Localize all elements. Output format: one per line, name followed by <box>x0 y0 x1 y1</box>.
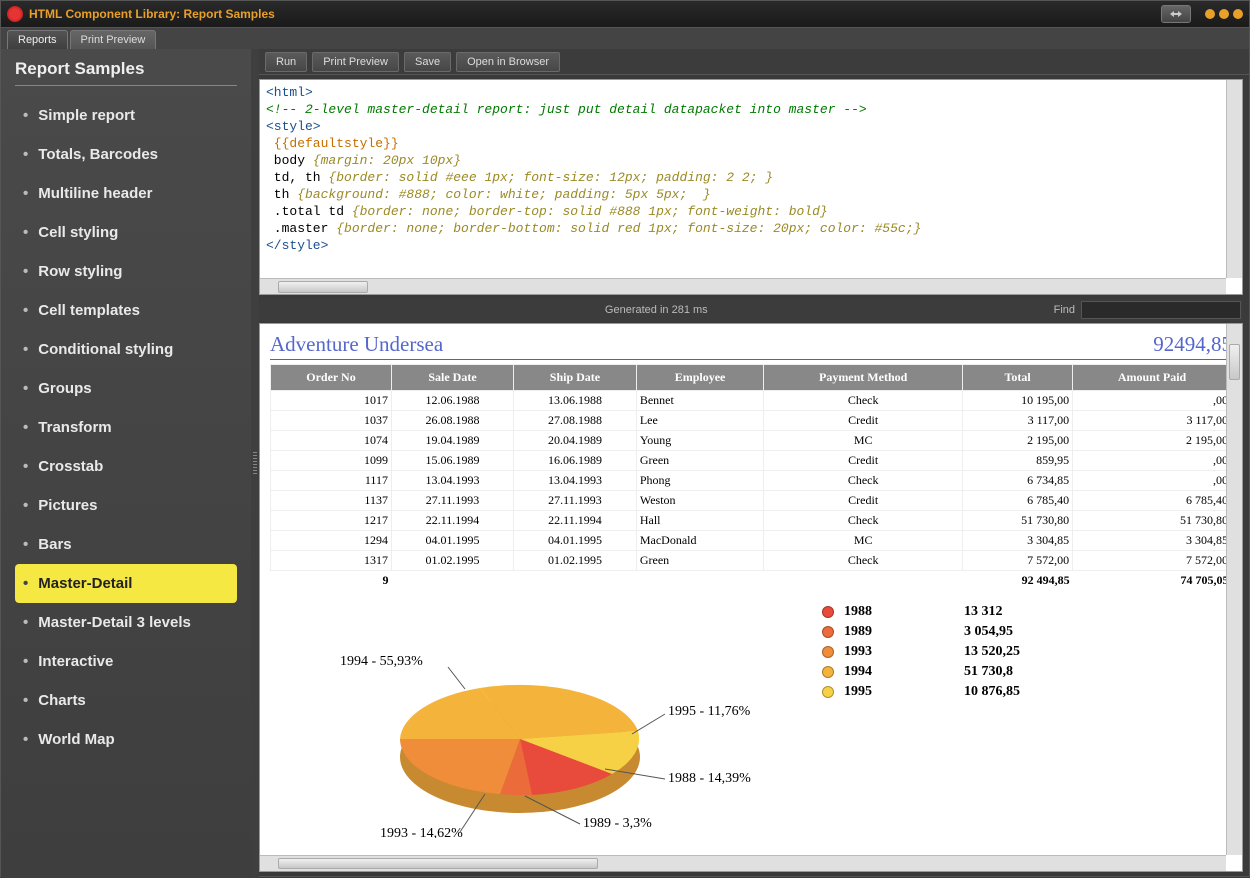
status-bar: Generated in 281 ms Find <box>259 299 1243 321</box>
main-tabs: Reports Print Preview <box>1 27 1249 49</box>
sidebar-item-multiline-header[interactable]: Multiline header <box>15 174 237 213</box>
col-total: Total <box>963 365 1073 391</box>
legend-item: 198813 312 <box>822 604 1232 620</box>
sidebar-item-master-detail-3-levels[interactable]: Master-Detail 3 levels <box>15 603 237 642</box>
editor-vertical-scrollbar[interactable] <box>1226 80 1242 278</box>
editor-horizontal-scrollbar[interactable] <box>260 278 1226 294</box>
table-row: 131701.02.199501.02.1995GreenCheck7 572,… <box>271 551 1232 571</box>
find-label: Find <box>1054 304 1075 316</box>
sidebar-item-totals-barcodes[interactable]: Totals, Barcodes <box>15 135 237 174</box>
legend-value: 13 520,25 <box>964 644 1020 660</box>
legend-item: 19893 054,95 <box>822 624 1232 640</box>
sidebar-item-simple-report[interactable]: Simple report <box>15 96 237 135</box>
find-input[interactable] <box>1081 301 1241 319</box>
tab-print-preview[interactable]: Print Preview <box>70 30 157 49</box>
sidebar-item-pictures[interactable]: Pictures <box>15 486 237 525</box>
legend-year: 1993 <box>844 644 964 660</box>
pie-label-1988: 1988 - 14,39% <box>668 771 751 787</box>
table-row: 111713.04.199313.04.1993PhongCheck6 734,… <box>271 471 1232 491</box>
table-row: 103726.08.198827.08.1988LeeCredit3 117,0… <box>271 411 1232 431</box>
pie-label-1994: 1994 - 55,93% <box>340 654 423 670</box>
col-employee: Employee <box>636 365 763 391</box>
sidebar-title: Report Samples <box>15 59 237 86</box>
table-row: 101712.06.198813.06.1988BennetCheck10 19… <box>271 391 1232 411</box>
preview-horizontal-scrollbar[interactable] <box>260 855 1226 871</box>
col-amount-paid: Amount Paid <box>1073 365 1232 391</box>
app-icon <box>7 6 23 22</box>
table-row: 107419.04.198920.04.1989YoungMC2 195,002… <box>271 431 1232 451</box>
pie-label-1989: 1989 - 3,3% <box>583 816 652 832</box>
code-editor[interactable]: <html> <!-- 2-level master-detail report… <box>259 79 1243 295</box>
toggle-button[interactable] <box>1161 5 1191 23</box>
sidebar-item-charts[interactable]: Charts <box>15 681 237 720</box>
legend-value: 3 054,95 <box>964 624 1013 640</box>
legend-color-dot <box>822 606 834 618</box>
sidebar: Report Samples Simple reportTotals, Barc… <box>1 49 251 878</box>
legend-color-dot <box>822 666 834 678</box>
close-icon[interactable] <box>1233 9 1243 19</box>
master-name: Adventure Undersea <box>270 332 1153 357</box>
legend-value: 13 312 <box>964 604 1003 620</box>
detail-table: Order NoSale DateShip DateEmployeePaymen… <box>270 364 1232 590</box>
sidebar-item-crosstab[interactable]: Crosstab <box>15 447 237 486</box>
sidebar-item-row-styling[interactable]: Row styling <box>15 252 237 291</box>
table-row: 109915.06.198916.06.1989GreenCredit859,9… <box>271 451 1232 471</box>
title-bar: HTML Component Library: Report Samples <box>1 1 1249 27</box>
preview-vertical-scrollbar[interactable] <box>1226 324 1242 855</box>
sidebar-item-interactive[interactable]: Interactive <box>15 642 237 681</box>
pie-chart <box>270 604 770 844</box>
legend-item: 199451 730,8 <box>822 664 1232 680</box>
legend-item: 199510 876,85 <box>822 684 1232 700</box>
sidebar-item-transform[interactable]: Transform <box>15 408 237 447</box>
sidebar-item-groups[interactable]: Groups <box>15 369 237 408</box>
legend-item: 199313 520,25 <box>822 644 1232 660</box>
pie-label-1995: 1995 - 11,76% <box>668 704 750 720</box>
legend-year: 1988 <box>844 604 964 620</box>
sidebar-item-master-detail[interactable]: Master-Detail <box>15 564 237 603</box>
col-order-no: Order No <box>271 365 392 391</box>
generated-status: Generated in 281 ms <box>259 304 1054 316</box>
sidebar-item-bars[interactable]: Bars <box>15 525 237 564</box>
sidebar-item-conditional-styling[interactable]: Conditional styling <box>15 330 237 369</box>
col-ship-date: Ship Date <box>514 365 637 391</box>
table-row: 113727.11.199327.11.1993WestonCredit6 78… <box>271 491 1232 511</box>
maximize-icon[interactable] <box>1219 9 1229 19</box>
legend-year: 1995 <box>844 684 964 700</box>
table-row: 121722.11.199422.11.1994HallCheck51 730,… <box>271 511 1232 531</box>
master-total: 92494,85 <box>1153 332 1232 357</box>
legend-value: 10 876,85 <box>964 684 1020 700</box>
totals-row: 992 494,8574 705,05 <box>271 571 1232 591</box>
sidebar-item-world-map[interactable]: World Map <box>15 720 237 759</box>
save-button[interactable]: Save <box>404 52 451 72</box>
report-preview: Adventure Undersea 92494,85 Order NoSale… <box>259 323 1243 872</box>
window-title: HTML Component Library: Report Samples <box>29 7 275 21</box>
legend-year: 1989 <box>844 624 964 640</box>
col-payment-method: Payment Method <box>764 365 963 391</box>
chart-legend: 198813 31219893 054,95199313 520,2519945… <box>822 604 1232 848</box>
legend-color-dot <box>822 646 834 658</box>
sidebar-item-cell-templates[interactable]: Cell templates <box>15 291 237 330</box>
table-row: 129404.01.199504.01.1995MacDonaldMC3 304… <box>271 531 1232 551</box>
sidebar-item-cell-styling[interactable]: Cell styling <box>15 213 237 252</box>
col-sale-date: Sale Date <box>391 365 513 391</box>
vertical-splitter[interactable] <box>251 49 259 878</box>
legend-year: 1994 <box>844 664 964 680</box>
legend-value: 51 730,8 <box>964 664 1013 680</box>
tab-reports[interactable]: Reports <box>7 30 68 49</box>
master-row: Adventure Undersea 92494,85 <box>270 332 1232 360</box>
legend-color-dot <box>822 686 834 698</box>
open-browser-button[interactable]: Open in Browser <box>456 52 560 72</box>
arrow-lr-icon <box>1169 9 1183 19</box>
editor-toolbar: Run Print Preview Save Open in Browser <box>259 49 1249 75</box>
legend-color-dot <box>822 626 834 638</box>
run-button[interactable]: Run <box>265 52 307 72</box>
print-preview-button[interactable]: Print Preview <box>312 52 399 72</box>
minimize-icon[interactable] <box>1205 9 1215 19</box>
